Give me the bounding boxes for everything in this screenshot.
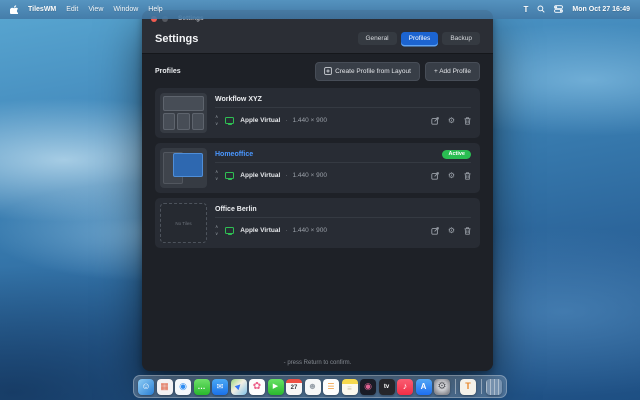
launchpad-icon[interactable]: ▦ <box>157 379 173 395</box>
maps-icon[interactable]: ▶ <box>231 379 247 395</box>
display-icon <box>225 172 234 179</box>
control-center-icon[interactable] <box>554 5 563 15</box>
display-resolution: 1.440 × 900 <box>292 117 327 124</box>
dock: ☺▦◉…✉▶✿▶27☻☰≡◉tv♪A⚙T <box>133 375 507 398</box>
display-icon <box>225 117 234 124</box>
menu-view[interactable]: View <box>88 6 103 13</box>
menubar-clock[interactable]: Mon Oct 27 16:49 <box>572 6 630 13</box>
mail-icon[interactable]: ✉ <box>212 379 228 395</box>
chevron-up-icon[interactable]: ∧ <box>215 115 218 120</box>
profile-name: Office Berlin <box>215 206 257 213</box>
profile-card: No Tiles Office Berlin ∧ ∨ Apple Virtual <box>155 198 480 248</box>
display-name: Apple Virtual <box>240 227 280 234</box>
trash-icon[interactable] <box>486 379 502 395</box>
create-profile-from-layout-label: Create Profile from Layout <box>335 68 411 75</box>
reminders-icon[interactable]: ☰ <box>323 379 339 395</box>
spotlight-icon[interactable] <box>537 5 545 15</box>
tileswm-icon[interactable]: T <box>460 379 476 395</box>
separator-dot: · <box>285 227 287 234</box>
chevron-down-icon[interactable]: ∨ <box>215 122 218 127</box>
page-title: Settings <box>155 33 198 45</box>
menu-edit[interactable]: Edit <box>66 6 78 13</box>
create-from-layout-icon <box>324 67 332 77</box>
display-resolution: 1.440 × 900 <box>292 227 327 234</box>
delete-profile-icon[interactable] <box>464 227 471 235</box>
tab-bar: General Profiles Backup <box>358 32 481 45</box>
edit-profile-icon[interactable] <box>431 227 439 235</box>
separator-dot: · <box>285 117 287 124</box>
settings-window: Settings Settings General Profiles Backu… <box>142 10 493 371</box>
finder-icon[interactable]: ☺ <box>138 379 154 395</box>
tab-profiles[interactable]: Profiles <box>401 32 439 45</box>
display-resolution: 1.440 × 900 <box>292 172 327 179</box>
active-badge: Active <box>442 150 471 159</box>
profile-card: Workflow XYZ ∧ ∨ Apple Virtual · 1.440 ×… <box>155 88 480 138</box>
edit-profile-icon[interactable] <box>431 172 439 180</box>
apple-menu-icon[interactable] <box>10 5 18 14</box>
chevron-down-icon[interactable]: ∨ <box>215 232 218 237</box>
footer-hint: - press Return to confirm. <box>142 360 493 366</box>
display-name: Apple Virtual <box>240 172 280 179</box>
add-profile-label: + Add Profile <box>434 68 471 75</box>
profiles-pane: Profiles Create Profile from Layout + Ad… <box>142 54 493 371</box>
profile-name: Workflow XYZ <box>215 96 262 103</box>
tileswm-menubar-icon[interactable]: T <box>524 5 529 14</box>
calendar-icon[interactable]: 27 <box>286 379 302 395</box>
create-profile-from-layout-button[interactable]: Create Profile from Layout <box>315 62 420 81</box>
dock-separator <box>455 379 456 394</box>
contacts-icon[interactable]: ☻ <box>305 379 321 395</box>
gear-icon[interactable]: ⚙ <box>448 117 455 125</box>
menu-window[interactable]: Window <box>113 6 138 13</box>
gear-icon[interactable]: ⚙ <box>448 172 455 180</box>
music-icon[interactable]: ♪ <box>397 379 413 395</box>
empty-thumbnail-label: No Tiles <box>175 221 191 226</box>
window-header: Settings General Profiles Backup <box>142 27 493 54</box>
tab-general[interactable]: General <box>358 32 397 45</box>
edit-profile-icon[interactable] <box>431 117 439 125</box>
app-store-icon[interactable]: A <box>416 379 432 395</box>
facetime-icon[interactable]: ▶ <box>268 379 284 395</box>
safari-icon[interactable]: ◉ <box>175 379 191 395</box>
delete-profile-icon[interactable] <box>464 117 471 125</box>
add-profile-button[interactable]: + Add Profile <box>425 62 480 81</box>
profile-name: Homeoffice <box>215 151 253 158</box>
profile-card: Homeoffice Active ∧ ∨ Apple Virtual · 1.… <box>155 143 480 193</box>
menubar-app-name[interactable]: TilesWM <box>28 6 56 13</box>
separator-dot: · <box>285 172 287 179</box>
profile-thumbnail[interactable] <box>160 93 207 133</box>
dock-separator <box>481 379 482 394</box>
siri-icon[interactable]: ◉ <box>360 379 376 395</box>
menu-bar: TilesWM Edit View Window Help T Mon Oct … <box>0 0 640 19</box>
tab-backup[interactable]: Backup <box>442 32 480 45</box>
photos-icon[interactable]: ✿ <box>249 379 265 395</box>
system-settings-icon[interactable]: ⚙ <box>434 379 450 395</box>
chevron-up-icon[interactable]: ∧ <box>215 170 218 175</box>
chevron-up-icon[interactable]: ∧ <box>215 225 218 230</box>
profile-thumbnail[interactable]: No Tiles <box>160 203 207 243</box>
display-icon <box>225 227 234 234</box>
chevron-down-icon[interactable]: ∨ <box>215 177 218 182</box>
gear-icon[interactable]: ⚙ <box>448 227 455 235</box>
section-title: Profiles <box>155 68 181 75</box>
desktop: TilesWM Edit View Window Help T Mon Oct … <box>0 0 640 400</box>
apple-tv-icon[interactable]: tv <box>379 379 395 395</box>
notes-icon[interactable]: ≡ <box>342 379 358 395</box>
menu-help[interactable]: Help <box>148 6 162 13</box>
profile-thumbnail[interactable] <box>160 148 207 188</box>
display-name: Apple Virtual <box>240 117 280 124</box>
delete-profile-icon[interactable] <box>464 172 471 180</box>
messages-icon[interactable]: … <box>194 379 210 395</box>
